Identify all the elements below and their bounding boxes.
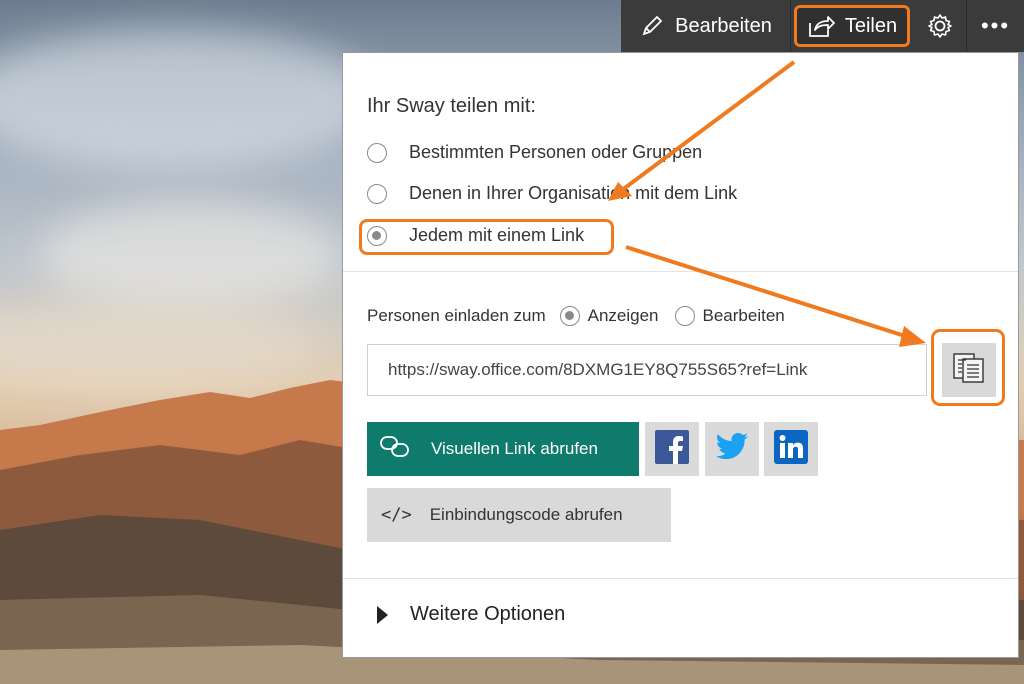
expand-triangle-icon	[377, 605, 388, 624]
pencil-icon	[639, 13, 665, 39]
edit-button[interactable]: Bearbeiten	[621, 0, 791, 52]
more-icon: •••	[980, 13, 1011, 38]
option-specific-people[interactable]: Bestimmten Personen oder Gruppen	[367, 142, 702, 163]
copy-icon	[952, 352, 986, 389]
more-options-label: Weitere Optionen	[410, 603, 566, 625]
share-heading: Ihr Sway teilen mit:	[367, 95, 536, 117]
radio-organisation[interactable]	[367, 183, 387, 204]
more-button[interactable]: •••	[967, 0, 1024, 52]
view-label: Anzeigen	[587, 306, 659, 325]
embed-code-label: Einbindungscode abrufen	[429, 505, 623, 524]
code-icon: </>	[381, 505, 412, 525]
highlight-anyone-option	[359, 219, 614, 255]
copy-button[interactable]	[942, 343, 996, 397]
gear-icon	[926, 12, 954, 40]
divider	[343, 271, 1018, 272]
twitter-button[interactable]	[705, 422, 759, 476]
share-button[interactable]: Teilen	[794, 5, 910, 47]
edit-label: Bearbeiten	[675, 14, 772, 37]
linkedin-button[interactable]	[764, 422, 818, 476]
edit-permission-label: Bearbeiten	[702, 306, 785, 325]
more-options-toggle[interactable]: Weitere Optionen	[377, 603, 565, 626]
share-icon	[807, 13, 835, 39]
radio-edit[interactable]	[674, 306, 695, 326]
option-label: Denen in Ihrer Organisation mit dem Link	[409, 183, 738, 203]
share-label: Teilen	[844, 14, 898, 37]
visual-link-button[interactable]: Visuellen Link abrufen	[367, 422, 639, 476]
link-icon	[379, 434, 411, 465]
share-link-field[interactable]: https://sway.office.com/8DXMG1EY8Q755S65…	[367, 344, 927, 396]
linkedin-icon	[774, 429, 808, 469]
invite-label: Personen einladen zum	[367, 306, 546, 325]
facebook-button[interactable]	[645, 422, 699, 476]
visual-link-label: Visuellen Link abrufen	[431, 439, 598, 458]
top-toolbar: Bearbeiten Teilen •••	[621, 0, 1024, 52]
radio-view[interactable]	[559, 306, 580, 326]
twitter-icon	[715, 432, 749, 467]
share-link-text: https://sway.office.com/8DXMG1EY8Q755S65…	[388, 360, 808, 379]
background-photo: Bearbeiten Teilen ••• Ihr Sway teilen mi…	[0, 0, 1024, 684]
divider	[343, 578, 1018, 579]
invite-row: Personen einladen zum Anzeigen Bearbeite…	[367, 306, 785, 326]
share-panel: Ihr Sway teilen mit: Bestimmten Personen…	[342, 52, 1019, 658]
facebook-icon	[655, 429, 689, 469]
settings-button[interactable]	[913, 0, 967, 52]
embed-code-button[interactable]: </> Einbindungscode abrufen	[367, 488, 671, 542]
option-label: Bestimmten Personen oder Gruppen	[409, 142, 703, 162]
radio-specific-people[interactable]	[367, 142, 387, 163]
option-organisation[interactable]: Denen in Ihrer Organisation mit dem Link	[367, 183, 737, 204]
